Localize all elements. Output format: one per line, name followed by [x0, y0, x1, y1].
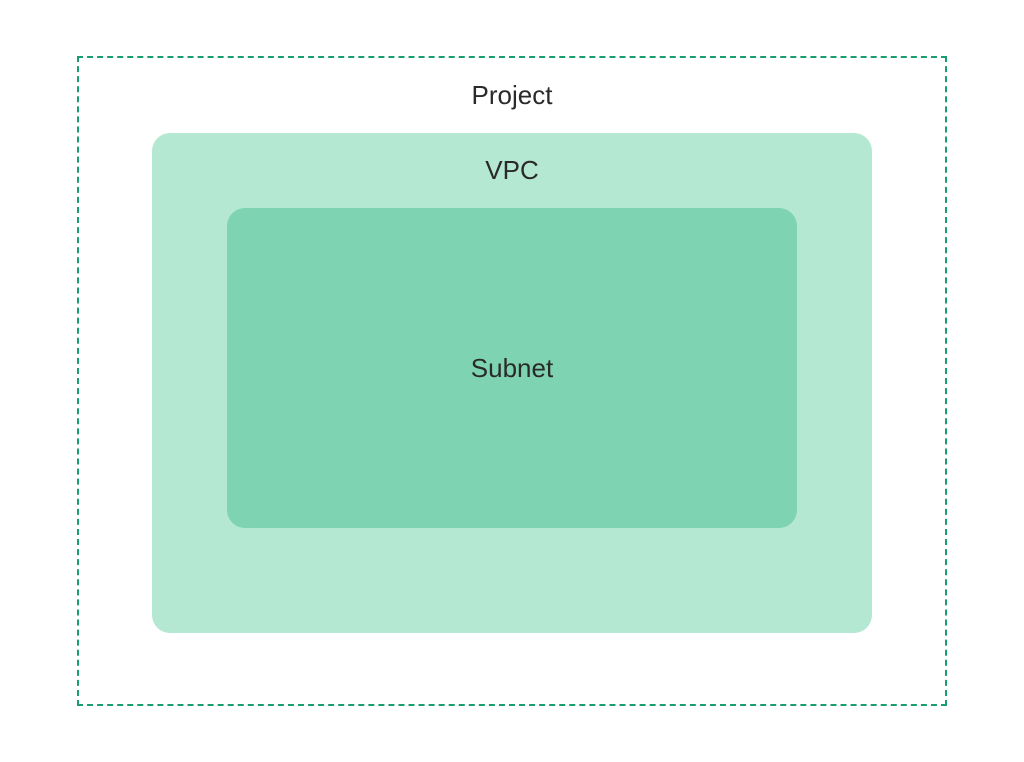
vpc-label: VPC — [485, 155, 538, 186]
subnet-label: Subnet — [471, 353, 553, 384]
project-label: Project — [472, 80, 553, 111]
vpc-container: VPC Subnet — [152, 133, 872, 633]
subnet-container: Subnet — [227, 208, 797, 528]
project-container: Project VPC Subnet — [77, 56, 947, 706]
